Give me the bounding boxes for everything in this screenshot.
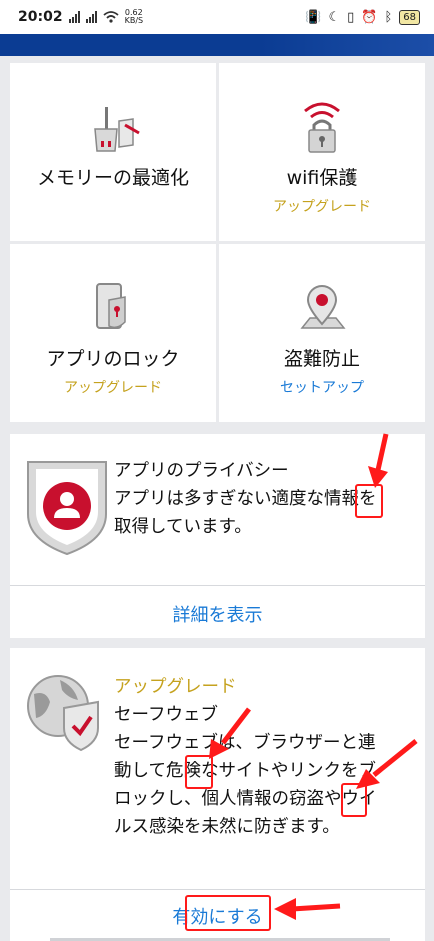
wifi-lock-icon (297, 99, 347, 155)
feature-grid: メモリーの最適化 wifi保護 アップグレード アプリのロック アップグレード … (10, 63, 425, 422)
vibrate-mode-icon: ▯ (347, 9, 355, 25)
tile-memory-optimization[interactable]: メモリーの最適化 (10, 63, 216, 241)
privacy-body-line2: 取得しています。 (114, 517, 252, 537)
setup-link[interactable]: セットアップ (280, 377, 364, 397)
bluetooth-icon: ᛒ (384, 9, 393, 25)
wifi-status-icon (102, 11, 119, 23)
tile-wifi-protection[interactable]: wifi保護 アップグレード (219, 63, 425, 241)
view-details-link[interactable]: 詳細を表示 (10, 601, 425, 627)
phone-lock-icon (88, 280, 138, 336)
divider (10, 585, 425, 586)
tile-app-lock[interactable]: アプリのロック アップグレード (10, 244, 216, 422)
tile-title: アプリのロック (46, 348, 180, 370)
clock: 20:02 (18, 9, 63, 25)
safe-web-title: セーフウェブ (114, 705, 218, 725)
tile-title: メモリーの最適化 (36, 167, 189, 189)
safe-web-desc-line4: ルス感染を未然に防ぎます。 (114, 817, 340, 837)
annotation-arrow-icon (274, 898, 341, 920)
tile-anti-theft[interactable]: 盗難防止 セットアップ (219, 244, 425, 422)
upgrade-tag: アップグレード (114, 677, 237, 697)
globe-shield-icon (24, 672, 106, 756)
safe-web-desc-line3: ロックし、個人情報の窃盗やウイ (114, 789, 377, 809)
battery-indicator: 68 (399, 9, 420, 25)
user-shield-icon (24, 456, 110, 560)
annotation-arrow-icon (368, 433, 389, 488)
network-speed: 0.62 KB/S (124, 8, 144, 25)
app-header-bar (0, 34, 434, 56)
upgrade-label[interactable]: アップグレード (64, 377, 162, 397)
annotation-arrow-icon (209, 707, 251, 759)
tile-title: 盗難防止 (283, 348, 360, 370)
upgrade-label[interactable]: アップグレード (273, 196, 371, 216)
moon-icon: ☾ (328, 9, 341, 25)
vibrate-icon: 📳 (305, 9, 322, 25)
cell-signal-icon (68, 11, 80, 23)
cell-signal-icon (85, 11, 97, 23)
map-pin-icon (294, 280, 350, 336)
safe-web-desc-line2: 動して危険なサイトやリンクをブ (114, 761, 376, 781)
privacy-body-line1: アプリは多すぎない適度な情報を (114, 489, 377, 509)
broom-memory-icon (83, 99, 143, 155)
divider (10, 889, 425, 890)
annotation-arrow-icon (356, 739, 418, 789)
tile-title: wifi保護 (286, 167, 358, 189)
status-bar: 20:02 0.62 KB/S 📳 ☾ ▯ ⏰ ᛒ 68 (0, 0, 434, 34)
privacy-title: アプリのプライバシー (114, 461, 289, 481)
annotation-highlight-box (185, 895, 271, 931)
alarm-icon: ⏰ (361, 9, 378, 25)
